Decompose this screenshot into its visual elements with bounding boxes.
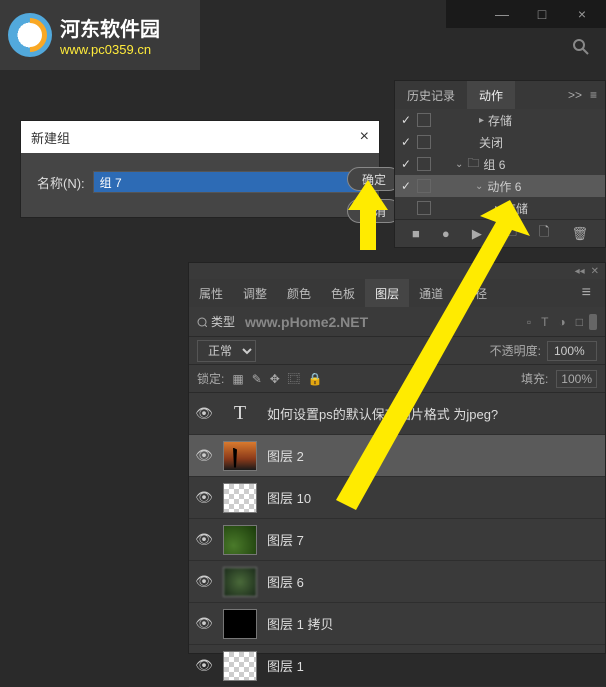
dialog-close-button[interactable]: × bbox=[360, 128, 369, 146]
logo-title: 河东软件园 bbox=[60, 13, 160, 42]
group-name-input[interactable] bbox=[93, 171, 363, 193]
layer-thumbnail[interactable]: T bbox=[223, 399, 257, 429]
action-check[interactable]: ✓ bbox=[399, 157, 413, 171]
lock-label: 锁定: bbox=[197, 370, 224, 387]
action-check[interactable]: ✓ bbox=[399, 135, 413, 149]
dialog-titlebar[interactable]: 新建组 × bbox=[21, 121, 379, 153]
action-label: 关闭 bbox=[479, 134, 503, 151]
filter-kind-dropdown[interactable]: 类型 bbox=[197, 313, 235, 330]
tab-actions[interactable]: 动作 bbox=[467, 81, 515, 109]
visibility-toggle[interactable]: 👁 bbox=[195, 531, 213, 548]
opacity-value[interactable]: 100% bbox=[547, 341, 597, 361]
layer-row[interactable]: 👁 图层 1 拷贝 bbox=[189, 603, 605, 645]
fill-value[interactable]: 100% bbox=[556, 370, 597, 388]
visibility-toggle[interactable]: 👁 bbox=[195, 447, 213, 464]
window-titlebar: — □ × bbox=[446, 0, 606, 28]
action-dialog-toggle[interactable] bbox=[417, 157, 431, 171]
close-window-button[interactable]: × bbox=[562, 3, 602, 25]
folder-icon: 🗀 bbox=[467, 154, 479, 175]
visibility-toggle[interactable]: 👁 bbox=[195, 489, 213, 506]
layer-row[interactable]: 👁 图层 1 bbox=[189, 645, 605, 687]
action-dialog-toggle[interactable] bbox=[417, 135, 431, 149]
action-label: 动作 6 bbox=[487, 178, 521, 195]
delete-button[interactable]: 🗑 bbox=[571, 226, 588, 242]
logo-subtitle: www.pc0359.cn bbox=[60, 42, 160, 57]
tab-history[interactable]: 历史记录 bbox=[395, 81, 467, 109]
logo-icon bbox=[8, 13, 52, 57]
visibility-toggle[interactable]: 👁 bbox=[195, 615, 213, 632]
action-row[interactable]: ✓ ⌄ 动作 6 bbox=[395, 175, 605, 197]
action-row[interactable]: ✓ 关闭 bbox=[395, 131, 605, 153]
expand-arrow-icon[interactable]: ▸ bbox=[479, 115, 484, 126]
filter-type-icon[interactable]: T bbox=[541, 315, 548, 329]
layer-thumbnail[interactable] bbox=[223, 609, 257, 639]
layer-name[interactable]: 图层 6 bbox=[267, 572, 304, 591]
site-logo: 河东软件园 www.pc0359.cn bbox=[0, 0, 200, 70]
search-icon[interactable] bbox=[572, 38, 590, 61]
filter-type-icon[interactable]: ◑ bbox=[559, 315, 566, 329]
filter-type-icon[interactable]: □ bbox=[576, 315, 583, 329]
action-dialog-toggle[interactable] bbox=[417, 113, 431, 127]
layer-name[interactable]: 图层 1 bbox=[267, 656, 304, 675]
new-action-button[interactable]: 🗋 bbox=[539, 223, 549, 245]
panel-menu-button[interactable]: ≡ bbox=[590, 88, 597, 102]
action-label: 存储 bbox=[488, 112, 512, 129]
filter-toggle[interactable] bbox=[589, 314, 597, 330]
lock-brush-icon[interactable]: ✎ bbox=[252, 372, 262, 386]
lock-move-icon[interactable]: ✥ bbox=[270, 372, 280, 386]
panel-expand-button[interactable]: >> bbox=[568, 88, 582, 102]
layer-name[interactable]: 图层 1 拷贝 bbox=[267, 614, 333, 633]
tab-调整[interactable]: 调整 bbox=[233, 279, 277, 307]
layer-thumbnail[interactable] bbox=[223, 441, 257, 471]
blend-mode-select[interactable]: 正常 bbox=[197, 340, 256, 362]
tab-属性[interactable]: 属性 bbox=[189, 279, 233, 307]
name-label: 名称(N): bbox=[37, 173, 85, 192]
expand-arrow-icon[interactable]: ⌄ bbox=[455, 159, 463, 170]
action-label: 组 6 bbox=[483, 156, 505, 173]
action-check[interactable]: ✓ bbox=[399, 179, 413, 193]
action-check[interactable]: ✓ bbox=[399, 113, 413, 127]
action-row[interactable]: ✓ ▸ 存储 bbox=[395, 109, 605, 131]
dialog-title-text: 新建组 bbox=[31, 128, 70, 147]
visibility-toggle[interactable]: 👁 bbox=[195, 405, 213, 422]
action-row[interactable]: ✓ ⌄ 🗀 组 6 bbox=[395, 153, 605, 175]
lock-transparent-icon[interactable]: ▦ bbox=[232, 372, 243, 386]
maximize-button[interactable]: □ bbox=[522, 3, 562, 25]
annotation-arrow bbox=[280, 200, 540, 540]
panel-close-button[interactable]: ✕ bbox=[591, 266, 599, 277]
layer-thumbnail[interactable] bbox=[223, 651, 257, 681]
panel-collapse-button[interactable]: ◂◂ bbox=[575, 266, 585, 277]
layer-thumbnail[interactable] bbox=[223, 525, 257, 555]
minimize-button[interactable]: — bbox=[482, 3, 522, 25]
layer-thumbnail[interactable] bbox=[223, 567, 257, 597]
expand-arrow-icon[interactable]: ⌄ bbox=[475, 181, 483, 192]
visibility-toggle[interactable]: 👁 bbox=[195, 573, 213, 590]
visibility-toggle[interactable]: 👁 bbox=[195, 657, 213, 674]
layers-menu-button[interactable]: ≡ bbox=[574, 284, 599, 302]
layer-row[interactable]: 👁 图层 6 bbox=[189, 561, 605, 603]
layer-thumbnail[interactable] bbox=[223, 483, 257, 513]
action-dialog-toggle[interactable] bbox=[417, 179, 431, 193]
